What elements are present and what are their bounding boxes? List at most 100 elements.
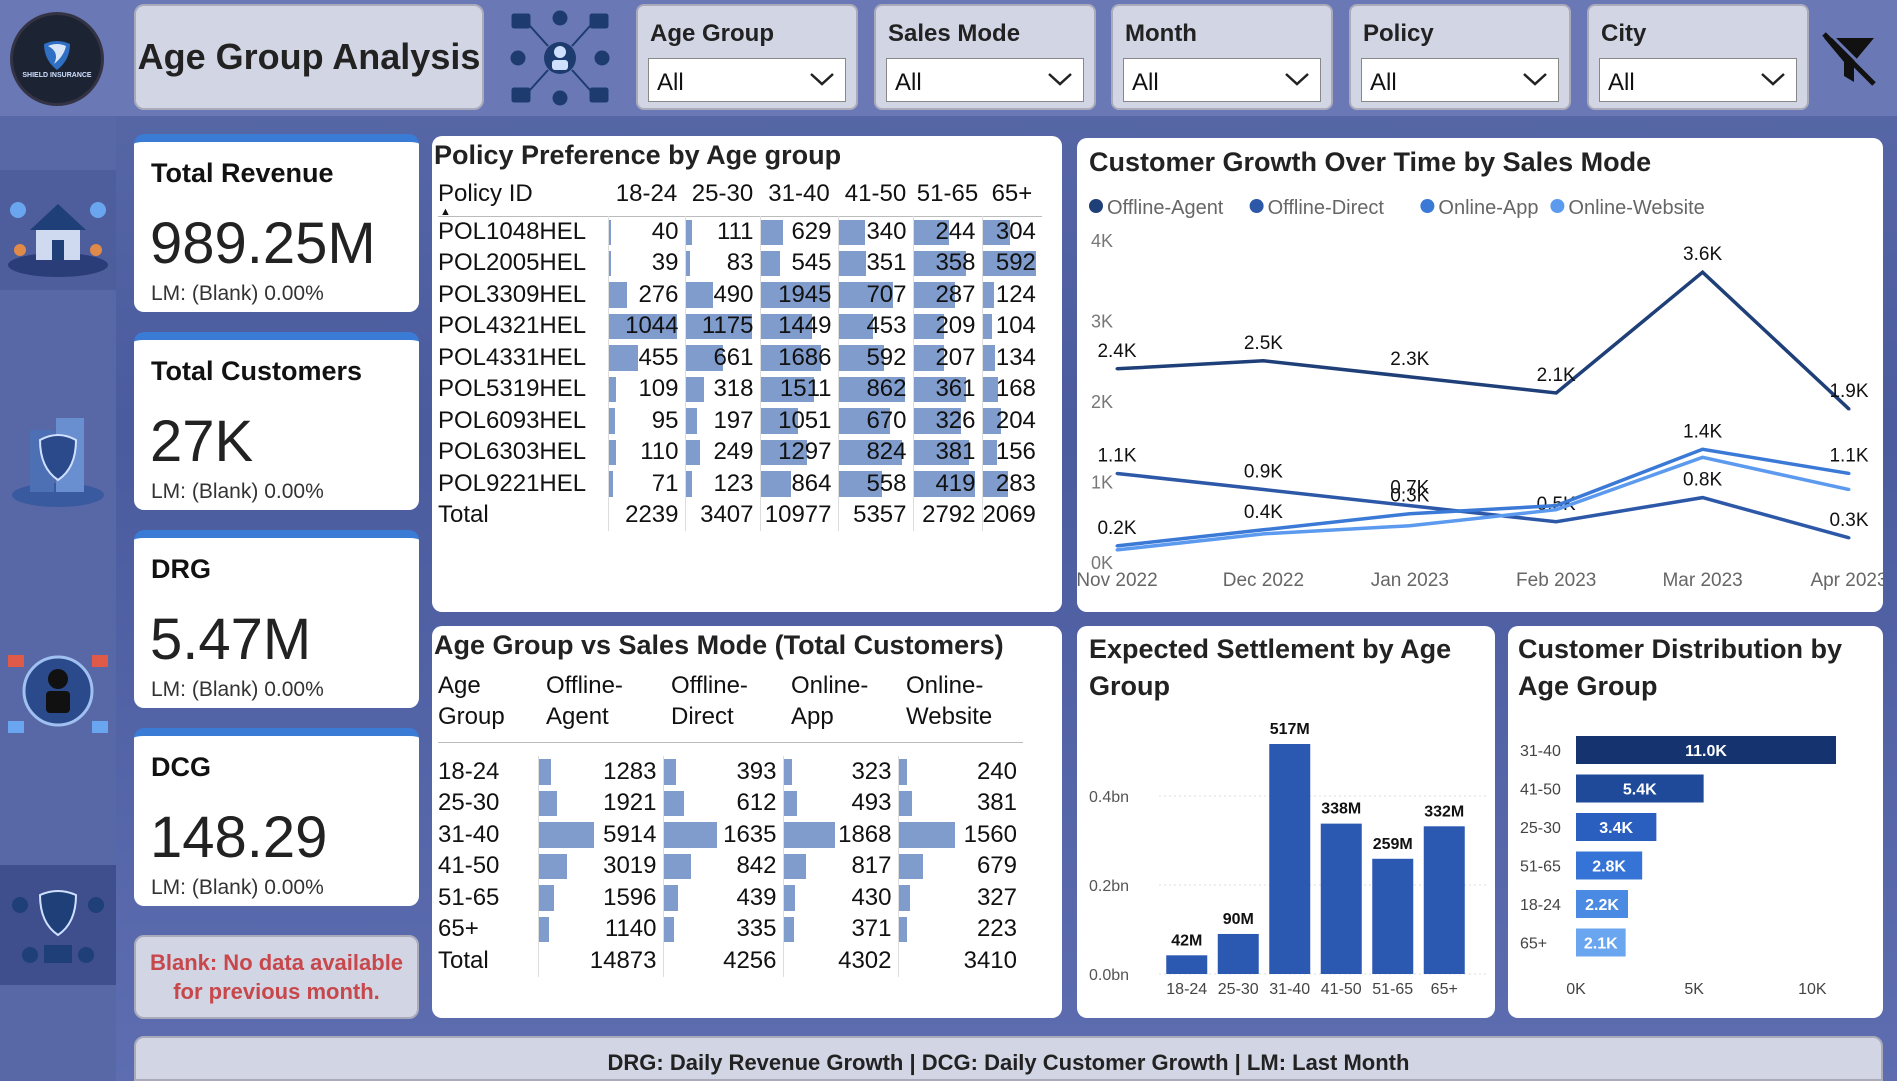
- chart-title-line: Customer Distribution by: [1518, 634, 1842, 664]
- column-header[interactable]: 41-50: [838, 180, 913, 216]
- data-bar: [898, 885, 911, 911]
- slicer-dropdown[interactable]: All: [648, 58, 846, 102]
- data-point: [1554, 504, 1558, 508]
- table-row[interactable]: 31-40 5914 1635 1868 1560: [438, 819, 1023, 851]
- column-header[interactable]: Online- Website: [898, 670, 1023, 742]
- table-row[interactable]: POL5319HEL 109 318 1511 862 361 168: [438, 373, 1042, 405]
- table-row[interactable]: 51-65 1596 439 430 327: [438, 882, 1023, 914]
- x-tick-label: Dec 2022: [1223, 570, 1304, 591]
- kpi-title: Total Revenue: [151, 158, 334, 188]
- table-row[interactable]: 41-50 3019 842 817 679: [438, 850, 1023, 882]
- slicer-label: Sales Mode: [888, 20, 1021, 47]
- column-header[interactable]: 31-40: [760, 180, 838, 216]
- column-header-line: Online-: [906, 672, 984, 699]
- sales-table[interactable]: Age Group Offline- Agent Offline- Direct Onlin…: [438, 670, 1023, 977]
- slicer-dropdown[interactable]: All: [886, 58, 1084, 102]
- row-policy-id: POL4321HEL: [438, 312, 587, 340]
- chevron-down-icon[interactable]: [1760, 71, 1786, 87]
- bar-chart-svg: Expected Settlement by Age Group 0.0bn 0.2b…: [1089, 634, 1489, 998]
- matrix-cell: 381: [912, 436, 982, 468]
- data-label: 0.8K: [1683, 470, 1722, 491]
- matrix-cell: 3019: [537, 850, 663, 882]
- data-label: 332M: [1424, 803, 1464, 820]
- data-label: 42M: [1171, 932, 1202, 949]
- x-tick-label: Mar 2023: [1662, 570, 1742, 591]
- data-point: [1115, 471, 1119, 475]
- table-row[interactable]: POL9221HEL 71 123 864 558 419 283: [438, 468, 1042, 500]
- data-label: 259M: [1373, 836, 1413, 853]
- table-row[interactable]: POL3309HEL 276 490 1945 707 287 124: [438, 279, 1042, 311]
- chevron-down-icon[interactable]: [1284, 71, 1310, 87]
- policy-preference-matrix[interactable]: Policy Preference by Age group Policy ID…: [432, 136, 1062, 612]
- table-row[interactable]: POL1048HEL 40 111 629 340 244 304: [438, 216, 1042, 248]
- data-bar: [538, 916, 550, 942]
- cell-value: 276: [638, 280, 679, 308]
- slicer-month[interactable]: Month All: [1111, 4, 1333, 110]
- slicer-dropdown[interactable]: All: [1123, 58, 1321, 102]
- page-title: Age Group Analysis: [134, 4, 484, 110]
- matrix-cell: 104: [981, 310, 1042, 342]
- column-header[interactable]: Online- App: [783, 670, 898, 742]
- data-bar: [608, 408, 615, 434]
- matrix-cell: 679: [897, 850, 1023, 882]
- chevron-down-icon[interactable]: [1522, 71, 1548, 87]
- age-vs-sales-mode-matrix[interactable]: Age Group vs Sales Mode (Total Customers…: [432, 626, 1062, 1018]
- table-row[interactable]: POL2005HEL 39 83 545 351 358 592: [438, 247, 1042, 279]
- series-line: [1116, 455, 1850, 552]
- chevron-down-icon[interactable]: [1047, 71, 1073, 87]
- table-row[interactable]: POL4321HEL 1044 1175 1449 453 209 104: [438, 310, 1042, 342]
- column-header[interactable]: 25-30: [685, 180, 760, 216]
- filter-clear-icon[interactable]: [1818, 28, 1880, 90]
- matrix-cell: 351: [837, 247, 913, 279]
- table-row[interactable]: 65+ 1140 335 371 223: [438, 913, 1023, 945]
- data-label: 0.2K: [1097, 518, 1136, 539]
- expected-settlement-chart[interactable]: Expected Settlement by Age Group 0.0bn 0.2b…: [1077, 626, 1495, 1018]
- customer-growth-chart[interactable]: Customer Growth Over Time by Sales Mode O…: [1077, 138, 1883, 612]
- kpi-last-month: LM: (Blank) 0.00%: [151, 480, 324, 503]
- column-header[interactable]: 65+: [982, 180, 1042, 216]
- table-row[interactable]: POL4331HEL 455 661 1686 592 207 134: [438, 342, 1042, 374]
- matrix-cell: 824: [837, 436, 913, 468]
- data-bar: [538, 790, 557, 816]
- data-label: 2.8K: [1592, 859, 1626, 876]
- y-tick-label: 0.2bn: [1089, 878, 1129, 895]
- column-header-label: 18-24: [615, 180, 678, 207]
- table-row[interactable]: 25-30 1921 612 493 381: [438, 787, 1023, 819]
- cell-value: 864: [791, 469, 832, 497]
- data-bar: [783, 853, 806, 879]
- table-row[interactable]: POL6303HEL 110 249 1297 824 381 156: [438, 436, 1042, 468]
- blank-note-line: Blank: No data available: [149, 950, 404, 975]
- x-tick-label: 0K: [1566, 981, 1586, 998]
- slicer-sales-mode[interactable]: Sales Mode All: [874, 4, 1096, 110]
- policy-table[interactable]: Policy ID ▲ 18-24 25-30 31-40 41-50 51-65 65+ PO…: [438, 180, 1042, 531]
- column-header[interactable]: 18-24: [608, 180, 685, 216]
- column-header[interactable]: 51-65: [913, 180, 982, 216]
- slicer-dropdown[interactable]: All: [1599, 58, 1797, 102]
- column-header[interactable]: Policy ID ▲: [438, 180, 608, 218]
- slicer-age-group[interactable]: Age Group All: [636, 4, 858, 110]
- table-row[interactable]: 18-24 1283 393 323 240: [438, 756, 1023, 788]
- data-point: [1408, 375, 1412, 379]
- chevron-down-icon[interactable]: [809, 71, 835, 87]
- slicer-policy[interactable]: Policy All: [1349, 4, 1571, 110]
- matrix-cell: 1283: [537, 756, 663, 788]
- matrix-cell: 1297: [759, 436, 838, 468]
- cell-value: 111: [717, 218, 754, 245]
- kpi-last-month: LM: (Blank) 0.00%: [151, 876, 324, 899]
- matrix-cell: 558: [837, 468, 913, 500]
- table-row[interactable]: POL6093HEL 95 197 1051 670 326 204: [438, 405, 1042, 437]
- slicer-dropdown[interactable]: All: [1361, 58, 1559, 102]
- y-tick-label: 31-40: [1520, 743, 1561, 760]
- column-header[interactable]: Age Group: [438, 670, 538, 742]
- column-header[interactable]: Offline- Agent: [538, 670, 663, 742]
- data-point: [1554, 520, 1558, 524]
- total-value: 14873: [537, 945, 663, 977]
- column-header[interactable]: Offline- Direct: [663, 670, 783, 742]
- cell-value: 493: [851, 789, 892, 817]
- slicer-city[interactable]: City All: [1587, 4, 1809, 110]
- chart-title: Customer Growth Over Time by Sales Mode: [1089, 147, 1651, 177]
- customer-distribution-chart[interactable]: Customer Distribution by Age Group 31-40 11…: [1508, 626, 1883, 1018]
- cell-value: 123: [713, 469, 754, 497]
- x-tick-label: 41-50: [1321, 981, 1362, 998]
- cell-value: 1596: [603, 883, 657, 911]
